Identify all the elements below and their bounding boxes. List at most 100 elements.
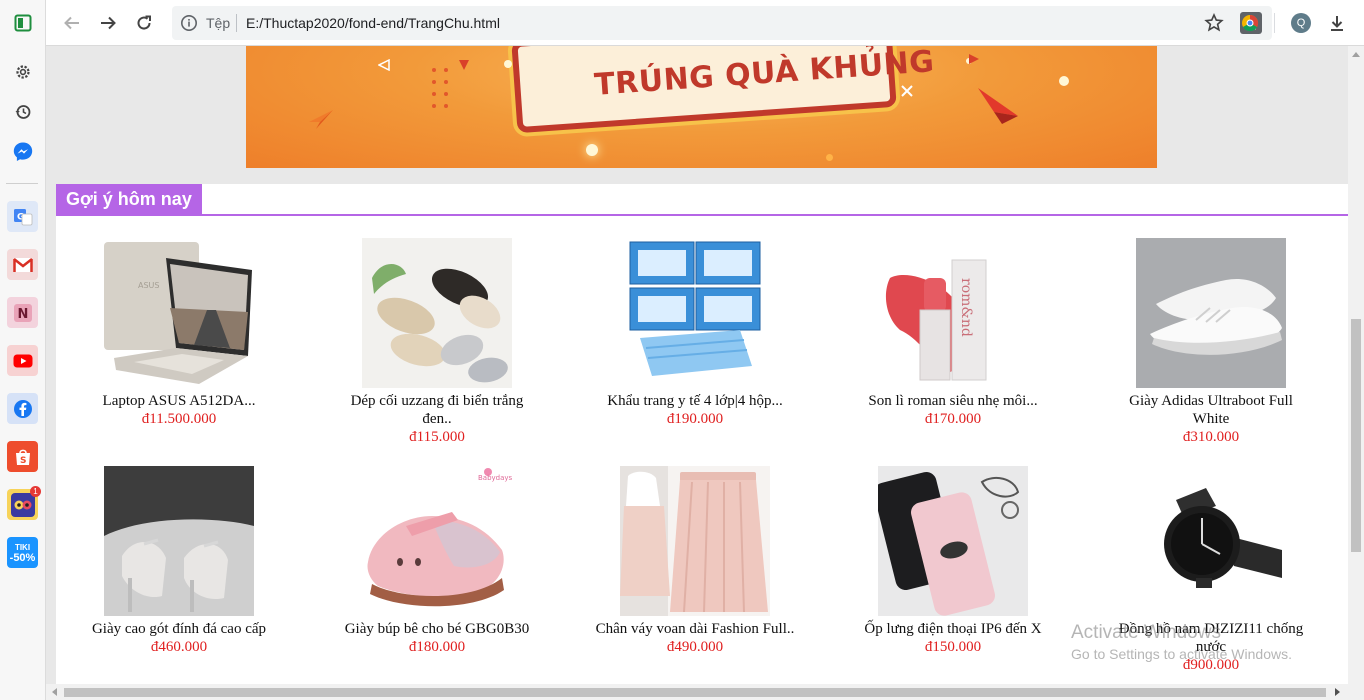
- product-card[interactable]: Giày cao gót đính đá cao cấp đ460.000: [79, 466, 279, 656]
- product-image-skirt[interactable]: [620, 466, 770, 616]
- youtube-icon[interactable]: [7, 345, 38, 376]
- product-card[interactable]: ASUS Laptop ASUS A512DA... đ11.500.000: [79, 238, 279, 428]
- game-app-icon[interactable]: 1: [7, 486, 41, 520]
- svg-text:S: S: [20, 456, 26, 466]
- laptop-brand-label: ASUS: [138, 281, 159, 290]
- colorful-ring-icon: [1242, 14, 1259, 32]
- google-translate-icon[interactable]: G: [7, 201, 38, 232]
- bookmark-star-icon[interactable]: [1204, 13, 1224, 38]
- product-name[interactable]: Ốp lưng điện thoại IP6 đến X: [853, 620, 1053, 638]
- product-name[interactable]: Son lì roman siêu nhẹ môi...: [853, 392, 1053, 410]
- chrome-extension-button[interactable]: [1238, 11, 1262, 35]
- banner-triangle-icon: [968, 52, 980, 70]
- product-price: đ190.000: [666, 411, 724, 427]
- product-image-watch[interactable]: [1136, 466, 1286, 616]
- product-card[interactable]: Khẩu trang y tế 4 lớp|4 hộp... đ190.000: [595, 238, 795, 428]
- product-price: đ180.000: [408, 639, 466, 655]
- kids-brand-label: Babydays: [478, 474, 512, 482]
- banner-dot: [444, 104, 448, 108]
- site-info-icon[interactable]: [180, 14, 198, 37]
- browser-toolbar: Tệp E:/Thuctap2020/fond-end/TrangChu.htm…: [46, 0, 1364, 46]
- product-name[interactable]: Dép cối uzzang đi biển trắng đen..: [337, 392, 537, 428]
- product-price: đ490.000: [666, 639, 724, 655]
- back-arrow-icon: [64, 16, 79, 30]
- watermark-line-1: Activate Windows: [1071, 622, 1221, 643]
- banner-dot: [432, 68, 436, 72]
- product-name[interactable]: Laptop ASUS A512DA...: [79, 392, 279, 410]
- product-name[interactable]: Giày Adidas Ultraboot Full White: [1111, 392, 1311, 428]
- product-card[interactable]: Dép cối uzzang đi biển trắng đen.. đ115.…: [337, 238, 537, 446]
- svg-text:N: N: [17, 307, 28, 322]
- horizontal-scrollbar[interactable]: [46, 684, 1364, 700]
- product-card[interactable]: Babydays Giày búp bê cho bé GBG0B30 đ180…: [337, 466, 537, 656]
- lipstick-brand-label: rom&nd: [958, 278, 974, 337]
- history-icon[interactable]: [7, 96, 38, 127]
- suggestions-section: Gợi ý hôm nay ASUS Laptop ASUS A512DA...…: [56, 184, 1348, 684]
- banner-sparkle: [826, 154, 833, 161]
- downloads-button[interactable]: [1325, 11, 1349, 35]
- banner-sparkle: [504, 60, 512, 68]
- toolbar-divider: [1274, 13, 1275, 33]
- reload-icon: [137, 15, 151, 30]
- banner-triangle-icon: [458, 58, 470, 76]
- messenger-icon[interactable]: [7, 136, 38, 167]
- product-price: đ460.000: [150, 639, 208, 655]
- settings-gear-icon[interactable]: [7, 56, 38, 87]
- section-header: Gợi ý hôm nay: [56, 184, 1348, 216]
- banner-paper-plane-icon: [976, 86, 1020, 131]
- sidebar-separator: [6, 183, 38, 184]
- product-card[interactable]: Giày Adidas Ultraboot Full White đ310.00…: [1111, 238, 1311, 446]
- facebook-icon[interactable]: [7, 393, 38, 424]
- sidebar-toggle-icon[interactable]: [7, 7, 38, 38]
- url-text[interactable]: E:/Thuctap2020/fond-end/TrangChu.html: [246, 15, 500, 31]
- profile-avatar-button[interactable]: Q: [1289, 11, 1313, 35]
- address-bar[interactable]: Tệp E:/Thuctap2020/fond-end/TrangChu.htm…: [172, 6, 1272, 40]
- tiki-label-top: TIKI: [14, 542, 31, 552]
- notion-n-icon[interactable]: N: [7, 297, 38, 328]
- product-card[interactable]: Ốp lưng điện thoại IP6 đến X đ150.000: [853, 466, 1053, 656]
- scroll-left-arrow-icon[interactable]: [52, 688, 57, 696]
- gmail-icon[interactable]: [7, 249, 38, 280]
- product-image-heels[interactable]: [104, 466, 254, 616]
- tiki-icon[interactable]: TIKI -50%: [7, 537, 38, 568]
- watermark-line-2: Go to Settings to activate Windows.: [1071, 646, 1292, 662]
- section-title: Gợi ý hôm nay: [56, 184, 202, 214]
- banner-paper-plane-icon: [308, 108, 334, 135]
- product-name[interactable]: Giày cao gót đính đá cao cấp: [79, 620, 279, 638]
- banner-dot: [444, 92, 448, 96]
- reload-button[interactable]: [132, 11, 156, 35]
- download-arrow-icon: [1331, 16, 1343, 31]
- forward-button[interactable]: [96, 11, 120, 35]
- back-button[interactable]: [60, 11, 84, 35]
- banner-sparkle: [586, 144, 598, 156]
- tiki-label-bottom: -50%: [9, 551, 36, 564]
- shopee-bag-icon[interactable]: S: [7, 441, 38, 472]
- vertical-scrollbar[interactable]: [1348, 46, 1364, 684]
- product-name[interactable]: Khẩu trang y tế 4 lớp|4 hộp...: [595, 392, 795, 410]
- page-viewport: TRÚNG QUÀ KHỦNG Gợi ý hôm nay ASUS Lapto…: [46, 46, 1348, 684]
- product-card[interactable]: Chân váy voan dài Fashion Full.. đ490.00…: [595, 466, 795, 656]
- product-price: đ115.000: [409, 429, 465, 445]
- horizontal-scrollbar-thumb[interactable]: [64, 688, 1326, 697]
- profile-avatar: Q: [1291, 13, 1311, 33]
- omnibox-divider: [236, 14, 237, 32]
- vertical-scrollbar-thumb[interactable]: [1351, 319, 1361, 552]
- product-image-face-masks[interactable]: [620, 238, 770, 388]
- product-image-laptop[interactable]: ASUS: [104, 238, 254, 388]
- url-scheme-label: Tệp: [206, 15, 231, 31]
- product-name[interactable]: Chân váy voan dài Fashion Full..: [595, 620, 795, 638]
- scroll-right-arrow-icon[interactable]: [1335, 688, 1340, 696]
- product-image-sandals[interactable]: [362, 238, 512, 388]
- product-price: đ170.000: [924, 411, 982, 427]
- extension-sidebar: G N S 1 TIKI -50%: [0, 0, 46, 700]
- scroll-up-arrow-icon[interactable]: [1352, 52, 1360, 57]
- product-image-sneakers[interactable]: [1136, 238, 1286, 388]
- banner-dot: [444, 80, 448, 84]
- banner-dot: [444, 68, 448, 72]
- product-name[interactable]: Giày búp bê cho bé GBG0B30: [337, 620, 537, 638]
- product-image-lipstick[interactable]: rom&nd: [878, 238, 1028, 388]
- product-image-phone-case[interactable]: [878, 466, 1028, 616]
- product-image-baby-shoes[interactable]: Babydays: [362, 466, 512, 616]
- product-card[interactable]: rom&nd Son lì roman siêu nhẹ môi... đ170…: [853, 238, 1053, 428]
- promo-banner[interactable]: TRÚNG QUÀ KHỦNG: [246, 46, 1157, 168]
